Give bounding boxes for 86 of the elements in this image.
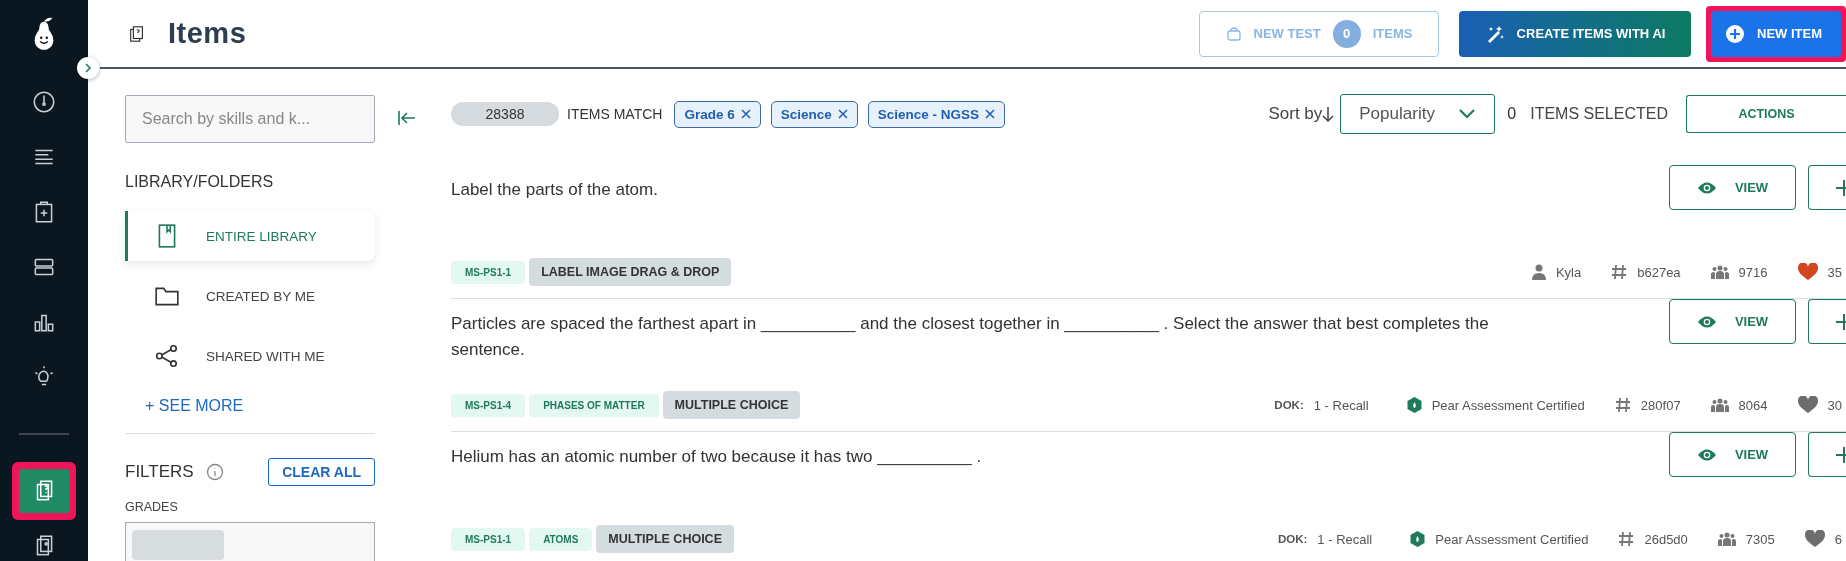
heart-icon[interactable] <box>1797 263 1818 281</box>
eye-icon <box>1696 314 1717 329</box>
see-more-link[interactable]: + SEE MORE <box>125 391 375 415</box>
item-id: 26d5d0 <box>1644 531 1688 547</box>
chevron-down-icon <box>1458 108 1477 120</box>
expand-button[interactable] <box>77 57 99 79</box>
plus-circle-icon <box>1725 23 1745 44</box>
folder-item[interactable]: ENTIRE LIBRARY <box>125 211 375 261</box>
likes-count: 35 <box>1827 264 1842 280</box>
dok-label: DOK: <box>1274 399 1304 411</box>
certified-badge-icon <box>1406 397 1422 413</box>
filters-title: FILTERS <box>125 462 194 482</box>
hash-icon <box>1611 264 1628 280</box>
bag-icon <box>1225 25 1242 42</box>
sort-dropdown[interactable]: Popularity <box>1340 94 1496 134</box>
author-name: Kyla <box>1555 264 1582 280</box>
question-text: Particles are spaced the farthest apart in __________ and the closest together in __________ . Select the answer that best completes the sentence. <box>451 313 1490 361</box>
likes-count: 6 <box>1834 531 1842 547</box>
usage-count: 8064 <box>1738 397 1768 413</box>
close-icon[interactable] <box>985 109 996 119</box>
question-type-tag: MULTIPLE CHOICE <box>596 525 734 553</box>
collapse-icon[interactable] <box>397 109 417 127</box>
new-item-button[interactable]: NEW ITEM <box>1711 10 1841 57</box>
close-icon[interactable] <box>740 109 751 119</box>
people-icon <box>1717 532 1736 546</box>
cards-icon <box>128 24 146 43</box>
selected-label: ITEMS SELECTED <box>1530 105 1668 123</box>
item-id: b627ea <box>1637 264 1681 280</box>
hash-icon <box>1618 531 1635 547</box>
match-count: 28388 <box>451 102 559 126</box>
certification-text: Pear Assessment Certified <box>1431 397 1585 413</box>
certified-badge-icon <box>1410 531 1426 547</box>
user-icon <box>1531 264 1546 280</box>
page-title: Items <box>168 17 247 50</box>
add-button[interactable] <box>1808 432 1846 477</box>
sort-label: Sort by <box>1268 104 1323 124</box>
folder-item[interactable]: SHARED WITH ME <box>125 331 375 381</box>
folder-item[interactable]: CREATED BY ME <box>125 271 375 321</box>
usage-count: 9716 <box>1738 264 1768 280</box>
question-text: Label the parts of the atom. <box>451 179 658 201</box>
people-icon <box>1710 265 1729 279</box>
question-type-tag: LABEL IMAGE DRAG & DROP <box>529 258 732 286</box>
selected-count: 0 <box>1507 105 1517 123</box>
standard-tag: MS-PS1-4 <box>451 393 526 417</box>
view-button[interactable]: VIEW <box>1669 299 1796 344</box>
actions-button[interactable]: ACTIONS <box>1686 95 1846 133</box>
plus-icon <box>1834 444 1846 465</box>
chevron-right-icon <box>82 62 94 74</box>
plus-icon <box>1834 177 1846 198</box>
grades-label: GRADES <box>125 500 179 514</box>
view-button[interactable]: VIEW <box>1669 165 1796 210</box>
people-icon <box>1710 398 1729 412</box>
question-type-tag: MULTIPLE CHOICE <box>662 391 801 419</box>
certification-text: Pear Assessment Certified <box>1435 531 1589 547</box>
item-id: 280f07 <box>1640 397 1681 413</box>
eye-icon <box>1696 447 1717 462</box>
add-button[interactable] <box>1808 165 1846 210</box>
match-label: ITEMS MATCH <box>567 106 663 122</box>
eye-icon <box>1696 180 1717 195</box>
search-field[interactable]: Search by skills and k... <box>125 95 375 143</box>
create-with-ai-button[interactable]: CREATE ITEMS WITH AI <box>1459 10 1691 57</box>
likes-count: 30 <box>1827 397 1842 413</box>
hash-icon <box>1614 397 1631 413</box>
close-icon[interactable] <box>837 109 848 119</box>
add-button[interactable] <box>1808 299 1846 344</box>
filter-chip[interactable]: Science <box>770 100 858 128</box>
topic-tag: PHASES OF MATTER <box>529 393 659 417</box>
section-title: LIBRARY/FOLDERS <box>125 173 275 191</box>
heart-icon[interactable] <box>1797 396 1818 414</box>
dok-value: 1 - Recall <box>1317 531 1373 547</box>
standard-tag: MS-PS1-1 <box>451 260 526 284</box>
filter-chip[interactable]: Grade 6 <box>674 100 761 128</box>
question-text: Helium has an atomic number of two because it has two __________ . <box>451 446 982 468</box>
info-icon[interactable] <box>205 463 224 481</box>
heart-icon[interactable] <box>1804 530 1825 548</box>
filter-chip[interactable]: Science - NGSS <box>867 100 1006 128</box>
standard-tag: MS-PS1-1 <box>451 527 526 551</box>
clear-all-button[interactable]: CLEAR ALL <box>268 458 375 486</box>
dok-label: DOK: <box>1277 533 1308 545</box>
plus-icon <box>1834 311 1846 332</box>
usage-count: 7305 <box>1745 531 1775 547</box>
share-icon <box>154 343 180 369</box>
topic-tag: ATOMS <box>529 527 593 551</box>
dok-value: 1 - Recall <box>1313 397 1369 413</box>
view-button[interactable]: VIEW <box>1669 432 1796 477</box>
sort-arrow-icon[interactable] <box>1322 105 1335 123</box>
